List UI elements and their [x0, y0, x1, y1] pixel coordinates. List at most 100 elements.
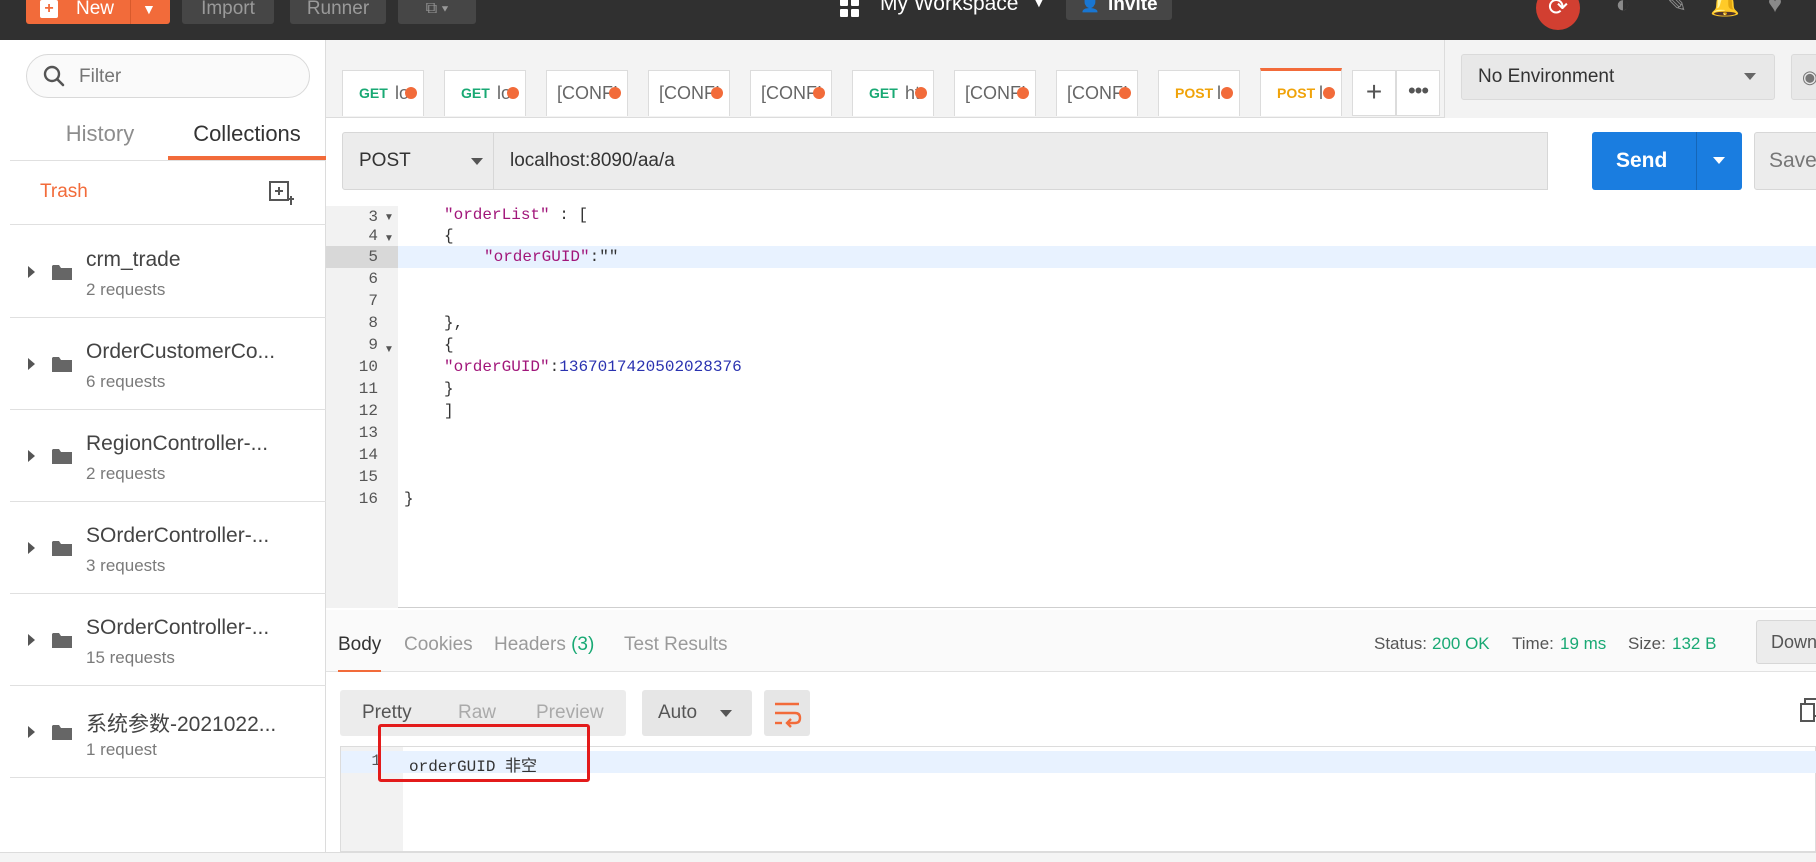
- add-tab-button[interactable]: +: [1352, 70, 1396, 116]
- request-tab[interactable]: POST l: [1158, 70, 1240, 116]
- request-tab[interactable]: GET ht: [852, 70, 934, 116]
- send-label: Send: [1616, 149, 1668, 172]
- collection-name: OrderCustomerCo...: [86, 340, 276, 363]
- unsaved-dot-icon: [1323, 87, 1335, 99]
- filter-input[interactable]: [79, 65, 299, 89]
- collection-name: 系统参数-2021022...: [86, 713, 277, 736]
- invite-button[interactable]: 👤 Invite: [1066, 0, 1172, 20]
- new-button[interactable]: + New ▼: [26, 0, 170, 24]
- save-button[interactable]: Save: [1754, 132, 1816, 190]
- fold-arrow-icon[interactable]: ▼: [384, 233, 394, 244]
- json-punct: : [: [549, 206, 589, 224]
- status-bar: [0, 852, 1816, 862]
- trash-row[interactable]: Trash: [10, 161, 326, 225]
- folder-icon: [52, 633, 72, 648]
- satellite-icon[interactable]: ◐: [1608, 0, 1638, 20]
- line-number: 16: [358, 490, 378, 508]
- json-punct: :: [549, 358, 560, 376]
- folder-icon: [52, 265, 72, 280]
- method-select[interactable]: POST: [342, 132, 494, 190]
- request-body-editor[interactable]: 3 4 5 6 7 8 9 10 11 12 13 14 15 16 ▼ ▼ ▼…: [326, 206, 1816, 608]
- code-line: }: [444, 380, 454, 398]
- send-button[interactable]: Send: [1592, 132, 1742, 190]
- fold-arrow-icon[interactable]: ▼: [384, 344, 394, 355]
- tab-headers[interactable]: Headers (3): [494, 634, 594, 656]
- request-tab[interactable]: GET lo: [444, 70, 526, 116]
- headers-label: Headers: [494, 634, 566, 655]
- import-button[interactable]: Import: [182, 0, 274, 24]
- new-window-icon: ⧉ ▾: [425, 0, 449, 17]
- collection-item[interactable]: crm_trade 2 requests: [10, 226, 326, 318]
- time-value: 19 ms: [1560, 634, 1607, 653]
- request-tab[interactable]: [CONFI: [954, 70, 1036, 116]
- tab-test-results[interactable]: Test Results: [624, 634, 727, 656]
- request-tab[interactable]: [CONFI: [750, 70, 832, 116]
- tab-collections[interactable]: Collections: [168, 114, 326, 160]
- caret-right-icon[interactable]: [28, 542, 35, 554]
- caret-right-icon[interactable]: [28, 450, 35, 462]
- bell-icon[interactable]: 🔔: [1710, 0, 1740, 20]
- code-line: },: [444, 314, 464, 332]
- tab-method: GET: [461, 85, 490, 101]
- new-window-button[interactable]: ⧉ ▾: [398, 0, 476, 24]
- format-raw[interactable]: Raw: [458, 702, 496, 724]
- collection-count: 1 request: [86, 740, 157, 759]
- format-preview[interactable]: Preview: [536, 702, 604, 724]
- json-value: :"": [589, 248, 619, 266]
- url-input[interactable]: [494, 132, 1548, 190]
- line-number: 14: [358, 446, 378, 464]
- tab-method: GET: [869, 85, 898, 101]
- tab-history[interactable]: History: [30, 114, 170, 160]
- folder-icon: [52, 725, 72, 740]
- request-tab[interactable]: [CONFI: [1056, 70, 1138, 116]
- collection-item[interactable]: OrderCustomerCo... 6 requests: [10, 318, 326, 410]
- add-user-icon: 👤: [1080, 0, 1100, 13]
- new-collection-icon[interactable]: [268, 179, 296, 207]
- collection-item[interactable]: RegionController-... 2 requests: [10, 410, 326, 502]
- json-key: "orderGUID": [444, 358, 550, 376]
- invite-label: Invite: [1108, 0, 1158, 15]
- tab-method: POST: [1277, 85, 1316, 101]
- environment-select[interactable]: No Environment: [1461, 54, 1775, 100]
- time-label: Time:: [1512, 634, 1554, 653]
- collection-item[interactable]: SOrderController-... 15 requests: [10, 594, 326, 686]
- collection-item[interactable]: SOrderController-... 3 requests: [10, 502, 326, 594]
- request-tab[interactable]: GET lo: [342, 70, 424, 116]
- headers-count: (3): [571, 634, 595, 655]
- chevron-down-icon[interactable]: ▼: [142, 0, 156, 24]
- unsaved-dot-icon: [1119, 87, 1131, 99]
- request-tab[interactable]: [CONFI: [648, 70, 730, 116]
- request-tab[interactable]: [CONFI: [546, 70, 628, 116]
- request-tab-active[interactable]: POST l: [1260, 68, 1342, 116]
- copy-icon[interactable]: [1800, 698, 1816, 722]
- wrench-icon[interactable]: ✎: [1662, 0, 1692, 20]
- unsaved-dot-icon: [1017, 87, 1029, 99]
- language-select[interactable]: Auto: [642, 690, 752, 736]
- runner-button[interactable]: Runner: [290, 0, 386, 24]
- collection-item[interactable]: 系统参数-2021022... 1 request: [10, 686, 326, 778]
- chevron-down-icon[interactable]: [1713, 157, 1725, 164]
- code-line: {: [444, 227, 454, 245]
- tab-cookies[interactable]: Cookies: [404, 634, 473, 656]
- caret-right-icon[interactable]: [28, 358, 35, 370]
- wrap-lines-button[interactable]: [764, 690, 810, 736]
- environment-quick-look-button[interactable]: ◉: [1791, 54, 1816, 100]
- new-button-divider: [130, 0, 131, 24]
- chevron-down-icon: [471, 158, 483, 165]
- sync-icon[interactable]: ⟳: [1536, 0, 1580, 30]
- plus-icon: +: [40, 0, 58, 18]
- code-line: ]: [444, 402, 454, 420]
- heart-icon[interactable]: ♥: [1760, 0, 1790, 20]
- code-line: "orderList" : [: [444, 206, 588, 224]
- tab-body[interactable]: Body: [338, 634, 382, 674]
- caret-right-icon[interactable]: [28, 266, 35, 278]
- format-pretty[interactable]: Pretty: [362, 702, 412, 724]
- collection-count: 2 requests: [86, 280, 166, 299]
- caret-right-icon[interactable]: [28, 726, 35, 738]
- caret-right-icon[interactable]: [28, 634, 35, 646]
- folder-icon: [52, 357, 72, 372]
- more-tabs-button[interactable]: •••: [1396, 70, 1440, 116]
- fold-arrow-icon[interactable]: ▼: [384, 212, 394, 223]
- tab-method: POST: [1175, 85, 1214, 101]
- download-button[interactable]: Down: [1756, 620, 1816, 664]
